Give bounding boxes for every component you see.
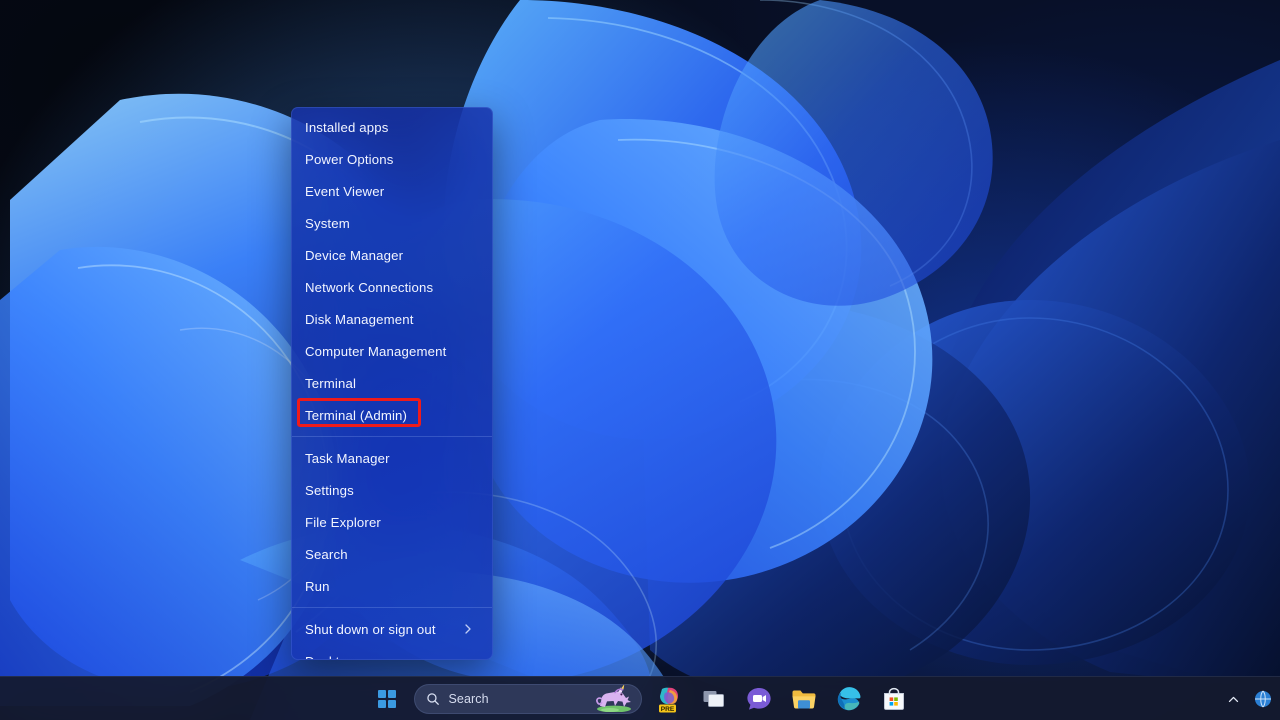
network-sound-button[interactable] bbox=[1248, 683, 1274, 715]
menu-item-label: Shut down or sign out bbox=[305, 621, 436, 637]
menu-item-terminal[interactable]: Terminal bbox=[292, 367, 492, 399]
menu-group-session: Shut down or sign out Desktop bbox=[292, 610, 492, 660]
search-input[interactable]: Search bbox=[413, 683, 642, 714]
menu-item-search[interactable]: Search bbox=[292, 538, 492, 570]
search-icon bbox=[426, 692, 439, 705]
bloom-wallpaper-art bbox=[0, 0, 1280, 720]
edge-icon bbox=[837, 686, 860, 710]
menu-item-label: Event Viewer bbox=[305, 183, 385, 199]
menu-item-terminal-admin[interactable]: Terminal (Admin) bbox=[292, 399, 492, 431]
taskbar-center-group: Search PRE bbox=[369, 681, 912, 717]
taskbar-app-edge[interactable] bbox=[831, 681, 867, 717]
chevron-up-icon bbox=[1228, 696, 1238, 702]
menu-divider bbox=[292, 607, 492, 608]
menu-item-label: Network Connections bbox=[305, 279, 434, 295]
menu-divider bbox=[292, 436, 492, 437]
chat-video-icon bbox=[746, 687, 771, 710]
menu-item-label: Power Options bbox=[305, 151, 394, 167]
menu-item-label: Device Manager bbox=[305, 247, 404, 263]
menu-item-label: Disk Management bbox=[305, 311, 414, 327]
menu-item-label: Search bbox=[305, 546, 348, 562]
store-bag-icon bbox=[883, 687, 904, 710]
menu-item-label: Installed apps bbox=[305, 119, 389, 135]
menu-item-run[interactable]: Run bbox=[292, 570, 492, 602]
menu-item-system[interactable]: System bbox=[292, 207, 492, 239]
menu-item-label: File Explorer bbox=[305, 514, 381, 530]
menu-item-computer-management[interactable]: Computer Management bbox=[292, 335, 492, 367]
system-tray bbox=[1220, 677, 1274, 720]
windows-logo-icon bbox=[377, 689, 396, 708]
menu-item-label: Terminal (Admin) bbox=[305, 407, 408, 423]
svg-text:PRE: PRE bbox=[660, 705, 674, 712]
menu-item-event-viewer[interactable]: Event Viewer bbox=[292, 175, 492, 207]
taskbar-app-file-explorer[interactable] bbox=[786, 681, 822, 717]
taskbar-app-chat[interactable] bbox=[741, 681, 777, 717]
menu-item-power-options[interactable]: Power Options bbox=[292, 143, 492, 175]
menu-item-label: Desktop bbox=[305, 654, 482, 660]
menu-item-network-connections[interactable]: Network Connections bbox=[292, 271, 492, 303]
menu-item-device-manager[interactable]: Device Manager bbox=[292, 239, 492, 271]
menu-item-installed-apps[interactable]: Installed apps bbox=[292, 111, 492, 143]
taskbar-app-microsoft-store[interactable] bbox=[876, 681, 912, 717]
menu-item-shut-down-or-sign-out[interactable]: Shut down or sign out bbox=[292, 613, 492, 645]
menu-item-label: Settings bbox=[305, 482, 354, 498]
menu-item-task-manager[interactable]: Task Manager bbox=[292, 442, 492, 474]
unicorn-sticker bbox=[595, 684, 631, 712]
menu-item-label: Run bbox=[305, 578, 330, 594]
menu-item-settings[interactable]: Settings bbox=[292, 474, 492, 506]
taskbar[interactable]: Search PRE bbox=[0, 676, 1280, 720]
task-view-icon bbox=[703, 690, 724, 707]
menu-item-desktop[interactable]: Desktop bbox=[292, 645, 492, 660]
copilot-icon: PRE bbox=[658, 687, 678, 712]
desktop-wallpaper[interactable] bbox=[0, 0, 1280, 720]
winx-quick-link-menu[interactable]: Installed apps Power Options Event Viewe… bbox=[291, 107, 493, 660]
menu-item-label: Terminal bbox=[305, 375, 357, 391]
taskbar-task-view[interactable] bbox=[696, 681, 732, 717]
menu-item-label: Task Manager bbox=[305, 450, 390, 466]
chevron-right-icon bbox=[465, 624, 471, 634]
show-hidden-icons-button[interactable] bbox=[1220, 683, 1246, 715]
start-button[interactable] bbox=[369, 681, 405, 717]
menu-item-label: Computer Management bbox=[305, 343, 447, 359]
menu-group-system: Installed apps Power Options Event Viewe… bbox=[292, 108, 492, 434]
status-globe-icon bbox=[1255, 690, 1271, 708]
taskbar-app-copilot[interactable]: PRE bbox=[651, 681, 687, 717]
menu-item-label: System bbox=[305, 215, 350, 231]
folder-icon bbox=[792, 690, 815, 708]
menu-item-disk-management[interactable]: Disk Management bbox=[292, 303, 492, 335]
menu-group-tools: Task Manager Settings File Explorer Sear… bbox=[292, 439, 492, 605]
menu-item-file-explorer[interactable]: File Explorer bbox=[292, 506, 492, 538]
